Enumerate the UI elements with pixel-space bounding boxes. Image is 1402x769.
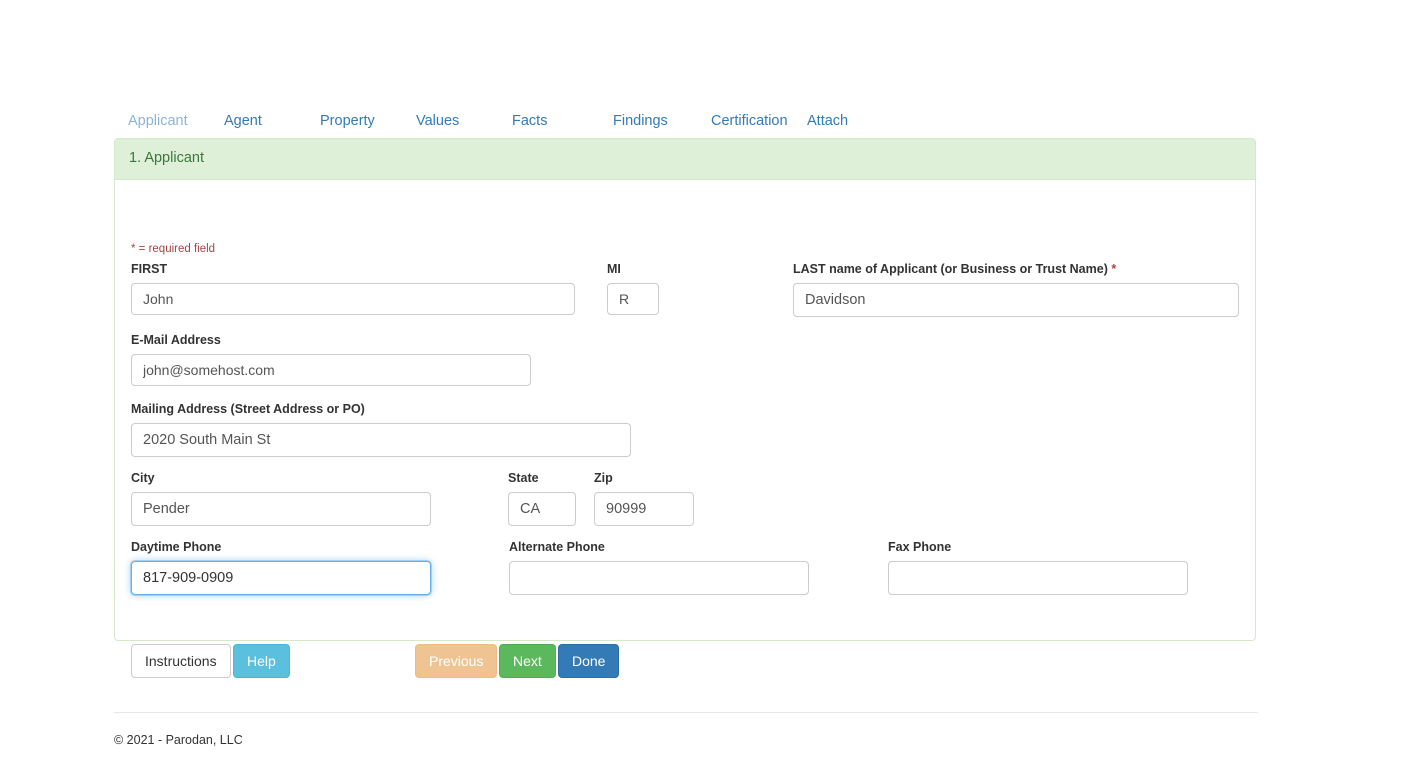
field-city: City	[131, 471, 431, 526]
label-city: City	[131, 471, 155, 485]
input-fax-phone[interactable]	[888, 561, 1188, 595]
input-last-name[interactable]	[793, 283, 1239, 317]
next-button[interactable]: Next	[499, 644, 556, 678]
tab-values[interactable]: Values	[416, 108, 459, 134]
tab-property[interactable]: Property	[320, 108, 375, 134]
tab-attach[interactable]: Attach	[807, 108, 848, 134]
field-daytime-phone: Daytime Phone	[131, 540, 431, 595]
panel-heading: 1. Applicant	[115, 139, 1255, 180]
tab-certification[interactable]: Certification	[711, 108, 788, 134]
input-middle-initial[interactable]	[607, 283, 659, 315]
input-state[interactable]	[508, 492, 576, 526]
label-state: State	[508, 471, 539, 485]
input-daytime-phone[interactable]	[131, 561, 431, 595]
label-middle-initial: MI	[607, 262, 621, 276]
footer-divider	[114, 712, 1258, 713]
done-button[interactable]: Done	[558, 644, 620, 678]
help-button[interactable]: Help	[233, 644, 290, 678]
field-last-name: LAST name of Applicant (or Business or T…	[793, 262, 1239, 317]
label-last-name-text: LAST name of Applicant (or Business or T…	[793, 262, 1108, 276]
tab-applicant[interactable]: Applicant	[128, 108, 188, 134]
field-mailing-address: Mailing Address (Street Address or PO)	[131, 402, 631, 457]
field-state: State	[508, 471, 576, 526]
previous-button[interactable]: Previous	[415, 644, 498, 678]
applicant-form: * = required field FIRST MI LAST name of…	[115, 180, 1255, 678]
label-fax-phone: Fax Phone	[888, 540, 952, 554]
field-alternate-phone: Alternate Phone	[509, 540, 809, 595]
instructions-button[interactable]: Instructions	[131, 644, 231, 678]
field-fax-phone: Fax Phone	[888, 540, 1188, 595]
label-alternate-phone: Alternate Phone	[509, 540, 605, 554]
section-tabbar: Applicant Agent Property Values Facts Fi…	[114, 108, 1258, 136]
label-zip: Zip	[594, 471, 613, 485]
label-email: E-Mail Address	[131, 333, 221, 347]
applicant-panel: 1. Applicant * = required field FIRST MI…	[114, 138, 1256, 678]
tab-agent[interactable]: Agent	[224, 108, 262, 134]
required-field-note: * = required field	[131, 243, 216, 255]
label-mailing-address: Mailing Address (Street Address or PO)	[131, 402, 365, 416]
required-asterisk-last-name: *	[1111, 262, 1117, 276]
field-zip: Zip	[594, 471, 694, 526]
input-email[interactable]	[131, 354, 531, 386]
label-daytime-phone: Daytime Phone	[131, 540, 222, 554]
label-first-name: FIRST	[131, 262, 168, 276]
tab-findings[interactable]: Findings	[613, 108, 668, 134]
input-city[interactable]	[131, 492, 431, 526]
tab-facts[interactable]: Facts	[512, 108, 547, 134]
input-mailing-address[interactable]	[131, 423, 631, 457]
field-first-name: FIRST	[131, 262, 575, 315]
label-last-name: LAST name of Applicant (or Business or T…	[793, 262, 1239, 277]
input-first-name[interactable]	[131, 283, 575, 315]
field-email: E-Mail Address	[131, 333, 531, 386]
field-middle-initial: MI	[607, 262, 659, 315]
input-alternate-phone[interactable]	[509, 561, 809, 595]
footer-copyright: © 2021 - Parodan, LLC	[114, 733, 243, 747]
input-zip[interactable]	[594, 492, 694, 526]
